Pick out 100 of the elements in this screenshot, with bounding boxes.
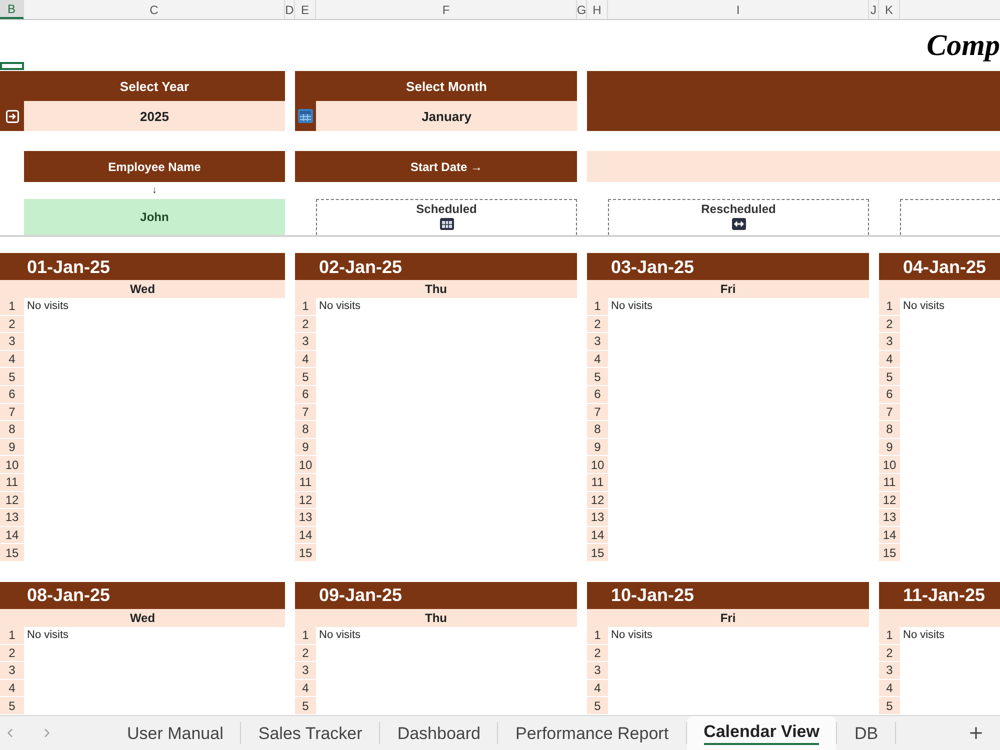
column-header[interactable]: J bbox=[869, 0, 879, 19]
row-number: 12 bbox=[879, 492, 900, 510]
sheet-tab[interactable]: DB bbox=[837, 716, 896, 750]
row-number: 13 bbox=[0, 509, 24, 527]
date-header: 09-Jan-25 bbox=[295, 582, 577, 609]
visit-text: No visits bbox=[903, 301, 945, 312]
filter-label: Select Month bbox=[406, 80, 487, 92]
row-number: 1 bbox=[0, 298, 24, 316]
row-number: 3 bbox=[587, 662, 608, 680]
employee-name-header: Employee Name bbox=[24, 151, 285, 182]
row-number: 14 bbox=[587, 526, 608, 544]
sheet-tab[interactable]: User Manual bbox=[110, 716, 240, 750]
row-number: 2 bbox=[879, 644, 900, 662]
visit-text: No visits bbox=[319, 630, 361, 642]
row-number: 4 bbox=[879, 350, 900, 368]
row-number: 14 bbox=[295, 526, 316, 544]
row-number: 14 bbox=[0, 526, 24, 544]
arrow-box-icon bbox=[6, 110, 18, 122]
row-number: 5 bbox=[295, 368, 316, 386]
row-number: 2 bbox=[0, 316, 24, 334]
day-header: Wed bbox=[0, 608, 285, 627]
row-number: 4 bbox=[295, 350, 316, 368]
row-number: 13 bbox=[879, 509, 900, 527]
day-header: Thu bbox=[295, 280, 577, 298]
row-number: 5 bbox=[0, 368, 24, 386]
date-header: 08-Jan-25 bbox=[0, 582, 285, 609]
visit-text: No visits bbox=[319, 301, 361, 312]
row-number: 7 bbox=[295, 404, 316, 422]
row-number: 1 bbox=[295, 298, 316, 316]
column-header[interactable]: E bbox=[295, 0, 316, 19]
row-number: 1 bbox=[879, 298, 900, 316]
column-header[interactable]: K bbox=[879, 0, 900, 19]
row-number: 2 bbox=[879, 316, 900, 334]
visit-text: No visits bbox=[611, 301, 653, 312]
row-number: 10 bbox=[587, 456, 608, 474]
date-header: 10-Jan-25 bbox=[587, 582, 869, 609]
hint-arrow: ↓ bbox=[152, 186, 157, 196]
column-header[interactable]: F bbox=[316, 0, 577, 19]
row-number: 14 bbox=[879, 526, 900, 544]
row-number: 12 bbox=[295, 492, 316, 510]
row-number: 3 bbox=[587, 333, 608, 351]
visit-text: No visits bbox=[903, 630, 945, 642]
employee-field[interactable]: John bbox=[24, 199, 285, 235]
column-header[interactable]: C bbox=[24, 0, 285, 19]
row-number: 6 bbox=[295, 386, 316, 404]
row-number: 5 bbox=[587, 368, 608, 386]
column-header[interactable]: I bbox=[608, 0, 869, 19]
row-number: 4 bbox=[587, 680, 608, 698]
row-number: 7 bbox=[587, 404, 608, 422]
row-number: 8 bbox=[0, 421, 24, 439]
column-header[interactable]: G bbox=[577, 0, 587, 19]
column-header[interactable]: D bbox=[285, 0, 295, 19]
row-number: 3 bbox=[879, 333, 900, 351]
row-number: 8 bbox=[879, 421, 900, 439]
row-number: 10 bbox=[0, 456, 24, 474]
row-number: 15 bbox=[295, 544, 316, 562]
column-header[interactable]: B bbox=[0, 0, 24, 19]
dropdown-field[interactable]: 2025 bbox=[24, 101, 285, 131]
date-header: 03-Jan-25 bbox=[587, 253, 869, 280]
sheet-tab[interactable]: Calendar View bbox=[686, 716, 836, 750]
row-number: 3 bbox=[0, 333, 24, 351]
row-number: 2 bbox=[0, 644, 24, 662]
row-number: 9 bbox=[587, 438, 608, 456]
double-arrow-box-icon bbox=[732, 218, 746, 230]
row-number: 4 bbox=[0, 350, 24, 368]
row-number: 4 bbox=[879, 680, 900, 698]
row-number: 2 bbox=[295, 644, 316, 662]
row-number: 7 bbox=[0, 404, 24, 422]
row-number: 8 bbox=[587, 421, 608, 439]
row-number: 6 bbox=[0, 386, 24, 404]
company-title: Comp bbox=[926, 30, 1000, 60]
row-number: 1 bbox=[0, 626, 24, 644]
row-number: 11 bbox=[587, 474, 608, 492]
row-number: 7 bbox=[879, 404, 900, 422]
column-header[interactable]: H bbox=[587, 0, 608, 19]
start-date-field[interactable] bbox=[587, 151, 1000, 182]
row-number: 10 bbox=[295, 456, 316, 474]
day-header: Thu bbox=[295, 608, 577, 627]
row-number: 3 bbox=[0, 662, 24, 680]
row-number: 5 bbox=[0, 697, 24, 715]
sheet-tab[interactable]: Performance Report bbox=[498, 716, 686, 750]
row-number: 6 bbox=[587, 386, 608, 404]
row-number: 2 bbox=[295, 316, 316, 334]
day-header: Wed bbox=[0, 280, 285, 298]
row-number: 5 bbox=[295, 697, 316, 715]
date-header: 01-Jan-25 bbox=[0, 253, 285, 280]
sheet-tab[interactable]: Dashboard bbox=[380, 716, 498, 750]
row-number: 1 bbox=[295, 626, 316, 644]
row-number: 9 bbox=[295, 438, 316, 456]
plus-icon[interactable] bbox=[967, 724, 985, 742]
row-number: 4 bbox=[587, 350, 608, 368]
row-number: 15 bbox=[0, 544, 24, 562]
row-number: 10 bbox=[879, 456, 900, 474]
sheet-tab[interactable]: Sales Tracker bbox=[241, 716, 380, 750]
legend-label: Rescheduled bbox=[701, 203, 776, 215]
row-number: 11 bbox=[879, 474, 900, 492]
dropdown-field[interactable]: January bbox=[316, 101, 577, 131]
row-number: 5 bbox=[879, 697, 900, 715]
row-number: 6 bbox=[879, 386, 900, 404]
row-number: 5 bbox=[879, 368, 900, 386]
